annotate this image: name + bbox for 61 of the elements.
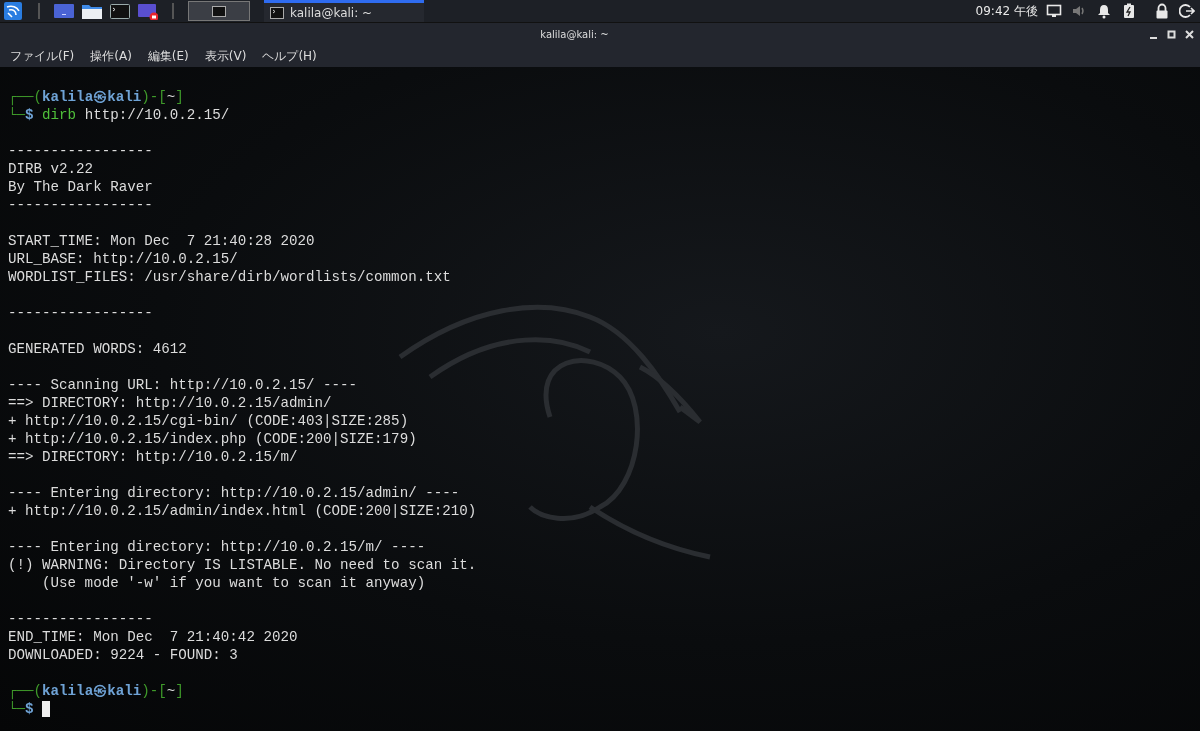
prompt-frame: )-[: [141, 88, 167, 106]
display-icon[interactable]: [1046, 3, 1062, 19]
prompt-user-host: kalila㉿kali: [42, 682, 142, 700]
output-line: ---- Scanning URL: http://10.0.2.15/ ----: [8, 376, 358, 394]
menu-item[interactable]: 操作(A): [84, 47, 138, 65]
workspace-button[interactable]: [188, 1, 250, 21]
prompt-directory: ~: [166, 88, 176, 106]
speaker-icon[interactable]: [1071, 3, 1087, 19]
output-line: END_TIME: Mon Dec 7 21:40:42 2020: [8, 628, 298, 646]
prompt-frame: ]: [175, 88, 184, 106]
terminal-icon: [212, 5, 226, 17]
terminal-icon[interactable]: [110, 2, 130, 20]
output-line: ==> DIRECTORY: http://10.0.2.15/m/: [8, 448, 298, 466]
battery-icon[interactable]: [1121, 3, 1137, 19]
logout-icon[interactable]: [1179, 3, 1195, 19]
menu-item[interactable]: ファイル(F): [4, 47, 81, 65]
output-line: (!) WARNING: Directory IS LISTABLE. No need to scan it.: [8, 556, 477, 574]
output-line: + http://10.0.2.15/cgi-bin/ (CODE:403|SIZE:285): [8, 412, 409, 430]
output-line: -----------------: [8, 142, 153, 160]
output-line: WORDLIST_FILES: /usr/share/dirb/wordlists/common.txt: [8, 268, 451, 286]
menu-item[interactable]: 編集(E): [141, 47, 195, 65]
command-name: dirb: [42, 106, 77, 124]
prompt-frame: ┌──(: [8, 682, 43, 700]
prompt-symbol: $: [25, 700, 34, 718]
folder-icon[interactable]: [82, 2, 102, 20]
menu-item[interactable]: 表示(V): [198, 47, 253, 65]
screen-recorder-icon[interactable]: [138, 2, 158, 20]
clock-text[interactable]: 09:42 午後: [975, 2, 1038, 20]
command-argument: http://10.0.2.15/: [84, 106, 230, 124]
maximize-icon[interactable]: [1167, 29, 1176, 39]
prompt-frame: └─: [8, 106, 26, 124]
window-title: kalila@kali: ~: [539, 28, 610, 40]
output-line: -----------------: [8, 304, 153, 322]
desktop-icon[interactable]: [54, 2, 74, 20]
prompt-symbol: $: [25, 106, 34, 124]
prompt-frame: └─: [8, 700, 26, 718]
output-line: ==> DIRECTORY: http://10.0.2.15/admin/: [8, 394, 332, 412]
prompt-directory: ~: [166, 682, 176, 700]
menu-item[interactable]: ヘルプ(H): [256, 47, 323, 65]
output-line: START_TIME: Mon Dec 7 21:40:28 2020: [8, 232, 315, 250]
output-line: DIRB v2.22: [8, 160, 94, 178]
taskbar-button[interactable]: kalila@kali: ~: [264, 0, 424, 22]
bell-icon[interactable]: [1096, 3, 1112, 19]
prompt-frame: ]: [175, 682, 184, 700]
output-line: URL_BASE: http://10.0.2.15/: [8, 250, 238, 268]
lock-icon[interactable]: [1154, 3, 1170, 19]
prompt-frame: ┌──(: [8, 88, 43, 106]
output-line: + http://10.0.2.15/index.php (CODE:200|SIZE:179): [8, 430, 417, 448]
output-line: By The Dark Raver: [8, 178, 153, 196]
terminal-icon: [270, 6, 284, 19]
output-line: + http://10.0.2.15/admin/index.html (CODE:200|SIZE:210): [8, 502, 477, 520]
output-line: GENERATED WORDS: 4612: [8, 340, 187, 358]
close-icon[interactable]: [1185, 29, 1194, 39]
output-line: DOWNLOADED: 9224 - FOUND: 3: [8, 646, 238, 664]
prompt-frame: )-[: [141, 682, 167, 700]
output-line: (Use mode '-w' if you want to scan it anyway): [41, 574, 426, 592]
prompt-user-host: kalila㉿kali: [42, 88, 142, 106]
output-line: -----------------: [8, 196, 153, 214]
output-line: ---- Entering directory: http://10.0.2.15/m/ ----: [8, 538, 426, 556]
output-line: ---- Entering directory: http://10.0.2.15/admin/ ----: [8, 484, 460, 502]
output-line: -----------------: [8, 610, 153, 628]
